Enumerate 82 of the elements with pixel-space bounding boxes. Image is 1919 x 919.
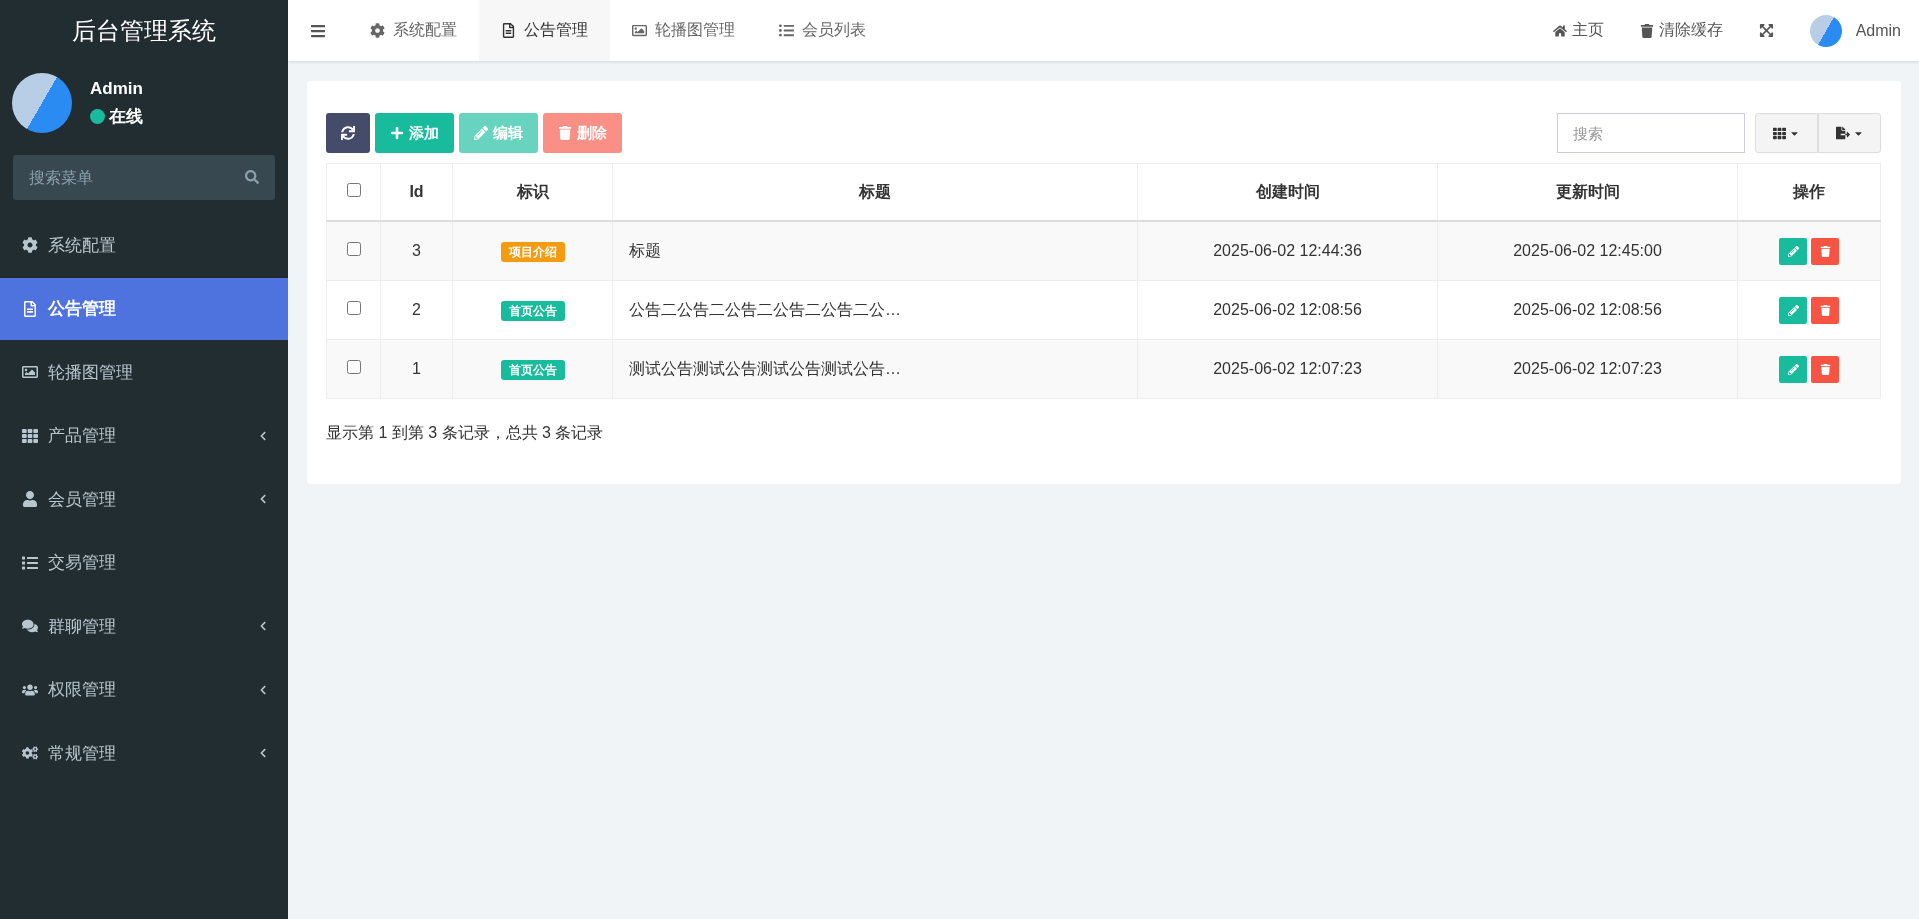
- columns-button[interactable]: [1755, 113, 1818, 153]
- user-menu[interactable]: Admin: [1791, 14, 1919, 47]
- user-icon: [22, 491, 38, 507]
- trash-icon: [1639, 23, 1654, 38]
- sidebar-item[interactable]: 常规管理: [0, 722, 288, 784]
- pencil-icon: [1787, 363, 1799, 375]
- table-cell: 2025-06-02 12:45:00: [1437, 221, 1738, 281]
- document-icon: [501, 23, 516, 38]
- table-cell: 标题: [612, 221, 1138, 281]
- user-status: 在线: [109, 105, 143, 128]
- plus-icon: [390, 126, 404, 140]
- sidebar-item[interactable]: 产品管理: [0, 404, 288, 467]
- refresh-button[interactable]: [326, 113, 370, 153]
- pencil-icon: [1787, 245, 1799, 257]
- delete-button[interactable]: [1811, 237, 1839, 265]
- table-cell: 1: [380, 339, 453, 399]
- home-link[interactable]: 主页: [1534, 20, 1622, 41]
- search-icon: [245, 170, 259, 184]
- avatar: [1809, 14, 1842, 47]
- table-cell: 2025-06-02 12:44:36: [1137, 221, 1438, 281]
- status-dot-icon: [90, 108, 105, 124]
- app-title: 后台管理系统: [71, 15, 217, 46]
- tab[interactable]: 公告管理: [479, 0, 610, 61]
- fullscreen-icon[interactable]: [1758, 23, 1774, 38]
- list-icon: [22, 554, 38, 571]
- chat-bubbles-icon: [22, 618, 38, 634]
- pagination-info: 显示第 1 到第 3 条记录，总共 3 条记录: [326, 423, 605, 443]
- list-icon: [779, 23, 794, 38]
- grid-icon: [1773, 126, 1786, 140]
- image-icon: [632, 23, 647, 38]
- sidebar-item[interactable]: 公告管理: [0, 277, 288, 340]
- tag: 首页公告: [500, 359, 565, 380]
- gear-icon: [22, 237, 38, 253]
- sidebar-item[interactable]: 权限管理: [0, 658, 288, 721]
- user-name: Admin: [90, 78, 143, 99]
- search-field[interactable]: 搜索: [1557, 113, 1745, 153]
- trash-icon: [1819, 363, 1831, 375]
- table-cell: 3: [380, 221, 453, 281]
- row-checkbox[interactable]: [346, 360, 361, 374]
- table-cell: 2025-06-02 12:08:56: [1437, 280, 1738, 340]
- trash-icon: [558, 126, 572, 140]
- trash-icon: [1819, 245, 1831, 257]
- tab[interactable]: 系统配置: [348, 0, 479, 61]
- menu-icon[interactable]: [310, 22, 326, 39]
- table-cell: 2025-06-02 12:07:23: [1437, 339, 1738, 399]
- edit-button[interactable]: [1779, 296, 1807, 324]
- tab[interactable]: 会员列表: [757, 0, 888, 61]
- sidebar-item[interactable]: 群聊管理: [0, 595, 288, 657]
- table-cell: 2025-06-02 12:08:56: [1137, 280, 1438, 340]
- home-icon: [1552, 23, 1567, 38]
- grid-icon: [22, 427, 38, 444]
- trash-icon: [1819, 304, 1831, 316]
- row-checkbox[interactable]: [346, 242, 361, 256]
- export-icon: [1835, 126, 1850, 140]
- tab[interactable]: 轮播图管理: [610, 0, 757, 61]
- pencil-icon: [474, 126, 488, 140]
- gear-icon: [370, 23, 385, 38]
- avatar: [12, 73, 72, 133]
- export-button[interactable]: [1818, 113, 1881, 153]
- tag: 项目介绍: [500, 241, 565, 262]
- sidebar-item[interactable]: 系统配置: [0, 214, 288, 276]
- refresh-icon: [341, 126, 355, 140]
- document-icon: [22, 300, 38, 317]
- table-cell: 公告二公告二公告二公告二公告二公…: [612, 280, 1138, 340]
- table-cell: 2: [380, 280, 453, 340]
- row-checkbox[interactable]: [346, 301, 361, 315]
- tag: 首页公告: [500, 300, 565, 321]
- table-cell: 2025-06-02 12:07:23: [1137, 339, 1438, 399]
- edit-button[interactable]: [1779, 355, 1807, 383]
- image-icon: [22, 364, 38, 380]
- sidebar-item[interactable]: 轮播图管理: [0, 341, 288, 403]
- sidebar-item[interactable]: 交易管理: [0, 531, 288, 594]
- menu-search-field[interactable]: 搜索菜单: [13, 155, 275, 200]
- sidebar-item[interactable]: 会员管理: [0, 468, 288, 530]
- clear-cache-link[interactable]: 清除缓存: [1621, 20, 1741, 41]
- delete-button[interactable]: [1811, 355, 1839, 383]
- select-all-checkbox[interactable]: [346, 183, 361, 197]
- pencil-icon: [1787, 304, 1799, 316]
- delete-button[interactable]: [1811, 296, 1839, 324]
- gears-icon: [22, 745, 38, 761]
- table-cell: 测试公告测试公告测试公告测试公告…: [612, 339, 1138, 399]
- edit-button[interactable]: [1779, 237, 1807, 265]
